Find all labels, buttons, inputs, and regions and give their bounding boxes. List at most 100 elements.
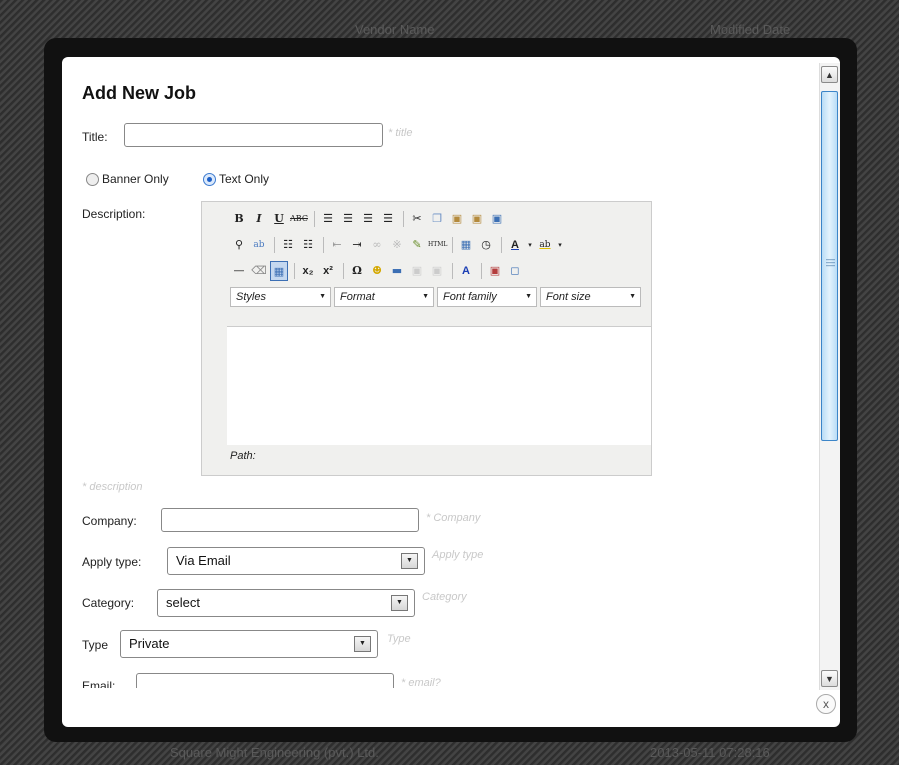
table-icon[interactable]: ▦ <box>270 261 288 281</box>
font-size-dropdown[interactable]: Font size ▼ <box>540 287 641 307</box>
paste-word-icon[interactable]: ▣ <box>488 209 506 229</box>
remove-format-icon[interactable]: ⌫ <box>250 261 268 281</box>
title-input[interactable] <box>124 123 383 147</box>
bg-row-vendor: Square Might Engineering (pvt.) Ltd. <box>170 745 379 760</box>
scroll-up-icon[interactable]: ▲ <box>821 66 838 83</box>
company-hint: * Company <box>426 512 481 524</box>
background-color-dropdown-icon[interactable]: ▾ <box>556 235 564 255</box>
replace-icon[interactable]: ab <box>250 235 268 255</box>
close-icon[interactable]: x <box>816 694 836 714</box>
banner-only-radio[interactable] <box>86 173 99 186</box>
align-left-icon[interactable]: ☰ <box>319 209 337 229</box>
toolbar-separator <box>403 211 404 227</box>
align-center-icon[interactable]: ☰ <box>339 209 357 229</box>
align-right-icon[interactable]: ☰ <box>359 209 377 229</box>
bg-column-vendor-name: Vendor Name <box>355 22 435 37</box>
chevron-down-icon: ▼ <box>319 293 326 300</box>
category-value: select <box>166 595 200 610</box>
text-only-label[interactable]: Text Only <box>219 172 269 186</box>
modal-scrollbar[interactable]: ▲ — — — ▼ <box>819 63 840 690</box>
bg-row-date: 2013-05-11 07:28:16 <box>650 745 770 760</box>
modal-content: Add New Job Title: * title Banner Only T… <box>62 57 817 688</box>
hr-line-icon[interactable]: ▬ <box>388 261 406 281</box>
bg-column-modified-date: Modified Date <box>710 22 791 37</box>
special-char-icon[interactable]: Ω <box>348 261 366 281</box>
apply-type-label: Apply type: <box>82 555 142 569</box>
insert-date-icon[interactable]: ▦ <box>457 235 475 255</box>
format-dropdown-label: Format <box>340 291 375 303</box>
chevron-down-icon: ▼ <box>401 553 418 569</box>
banner-only-label[interactable]: Banner Only <box>102 172 169 186</box>
block-icon[interactable]: ▣ <box>408 261 426 281</box>
horizontal-rule-icon[interactable]: — <box>230 261 248 281</box>
text-color-dropdown-icon[interactable]: ▾ <box>526 235 534 255</box>
scroll-down-icon[interactable]: ▼ <box>821 670 838 687</box>
title-label: Title: <box>82 130 108 144</box>
toolbar-separator <box>481 263 482 279</box>
paste-icon[interactable]: ▣ <box>448 209 466 229</box>
editor-toolbar-row-2: ⚲ ab ☷ ☷ ⇤ ⇥ ∞ ※ ✎ HTML ▦ ◷ A ▾ ab ▾ <box>230 234 566 256</box>
email-input[interactable] <box>136 673 394 688</box>
find-icon[interactable]: ⚲ <box>230 235 248 255</box>
paste-text-icon[interactable]: ▣ <box>468 209 486 229</box>
format-dropdown[interactable]: Format ▼ <box>334 287 434 307</box>
toolbar-separator <box>274 237 275 253</box>
styles-dropdown[interactable]: Styles ▼ <box>230 287 331 307</box>
description-hint: * description <box>82 481 143 493</box>
media-icon[interactable]: ◻ <box>506 261 524 281</box>
copy-icon[interactable]: ❐ <box>428 209 446 229</box>
apply-type-select[interactable]: Via Email ▼ <box>167 547 425 575</box>
bold-icon[interactable]: B <box>230 209 248 229</box>
italic-icon[interactable]: I <box>250 209 268 229</box>
toolbar-separator <box>294 263 295 279</box>
toolbar-separator <box>501 237 502 253</box>
font-size-dropdown-label: Font size <box>546 291 591 303</box>
unlink-icon[interactable]: ※ <box>388 235 406 255</box>
background-color-icon[interactable]: ab <box>536 235 554 255</box>
cleanup-icon[interactable]: ✎ <box>408 235 426 255</box>
underline-icon[interactable]: U <box>270 209 288 229</box>
toolbar-separator <box>323 237 324 253</box>
type-value: Private <box>129 636 170 651</box>
strikethrough-icon[interactable]: ABC <box>290 209 308 229</box>
editor-format-dropdowns: Styles ▼ Format ▼ Font family ▼ Font size ▼ <box>230 286 644 308</box>
text-color-icon[interactable]: A <box>506 235 524 255</box>
editor-toolbar-row-1: B I U ABC ☰ ☰ ☰ ☰ ✂ ❐ ▣ ▣ ▣ <box>230 208 508 230</box>
rich-text-editor: B I U ABC ☰ ☰ ☰ ☰ ✂ ❐ ▣ ▣ ▣ ⚲ ab ☷ ☷ ⇤ ⇥… <box>201 201 652 476</box>
styles-dropdown-label: Styles <box>236 291 266 303</box>
type-hint: Type <box>387 633 411 645</box>
align-justify-icon[interactable]: ☰ <box>379 209 397 229</box>
emoticon-icon[interactable]: ☻ <box>368 261 386 281</box>
modal-title: Add New Job <box>82 83 197 103</box>
editor-toolbar-row-3: — ⌫ ▦ x₂ x² Ω ☻ ▬ ▣ ▣ A ▣ ◻ <box>230 260 526 282</box>
link-icon[interactable]: ∞ <box>368 235 386 255</box>
text-only-radio[interactable] <box>203 173 216 186</box>
category-select[interactable]: select ▼ <box>157 589 415 617</box>
chevron-down-icon: ▼ <box>422 293 429 300</box>
style-icon[interactable]: A <box>457 261 475 281</box>
indent-icon[interactable]: ⇥ <box>348 235 366 255</box>
toolbar-separator <box>314 211 315 227</box>
html-icon[interactable]: HTML <box>428 235 447 255</box>
company-input[interactable] <box>161 508 419 532</box>
title-hint: * title <box>388 127 413 139</box>
add-job-modal: Add New Job Title: * title Banner Only T… <box>62 57 840 727</box>
image-icon[interactable]: ▣ <box>486 261 504 281</box>
scrollbar-thumb[interactable]: — — — <box>821 91 838 441</box>
category-label: Category: <box>82 596 135 610</box>
company-label: Company: <box>82 514 137 528</box>
outdent-icon[interactable]: ⇤ <box>328 235 346 255</box>
type-select[interactable]: Private ▼ <box>120 630 378 658</box>
insert-time-icon[interactable]: ◷ <box>477 235 495 255</box>
font-family-dropdown[interactable]: Font family ▼ <box>437 287 537 307</box>
subscript-icon[interactable]: x₂ <box>299 261 317 281</box>
layer-icon[interactable]: ▣ <box>428 261 446 281</box>
cut-icon[interactable]: ✂ <box>408 209 426 229</box>
numbered-list-icon[interactable]: ☷ <box>299 235 317 255</box>
bullet-list-icon[interactable]: ☷ <box>279 235 297 255</box>
superscript-icon[interactable]: x² <box>319 261 337 281</box>
editor-path-label: Path: <box>230 450 256 462</box>
type-label: Type <box>82 638 109 652</box>
editor-content-area[interactable] <box>227 326 651 445</box>
apply-type-value: Via Email <box>176 553 231 568</box>
